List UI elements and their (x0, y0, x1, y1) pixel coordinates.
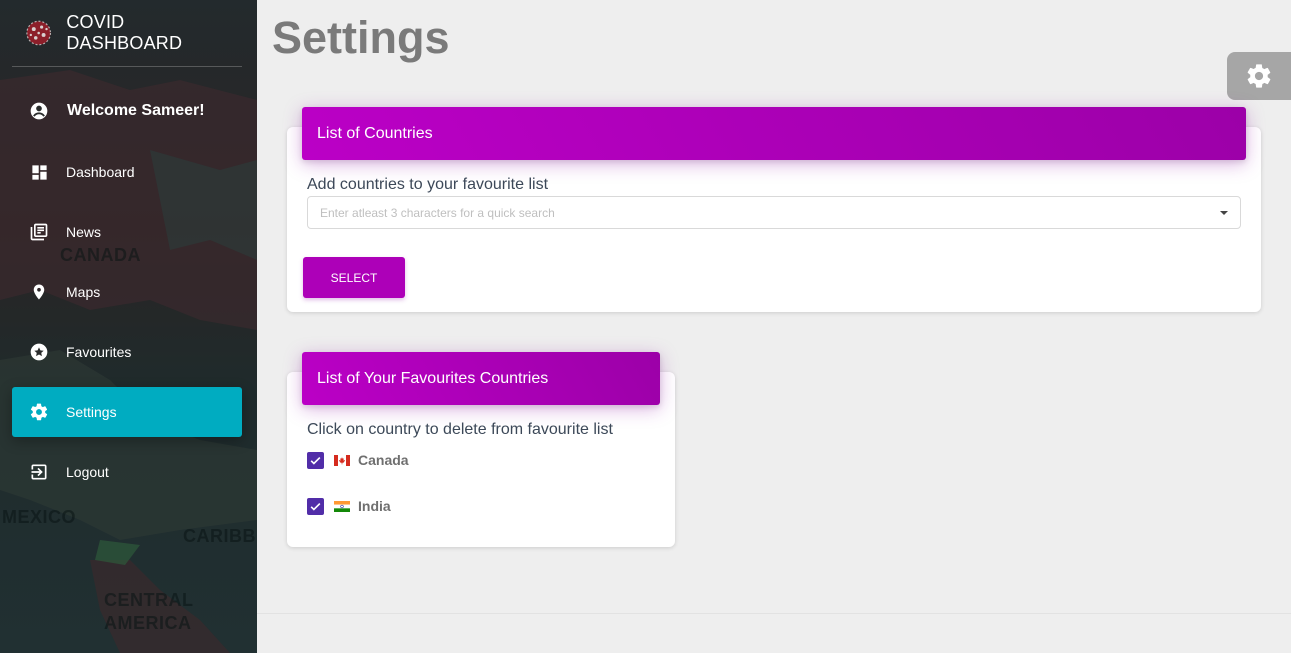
account-circle-icon (29, 101, 49, 121)
sidebar-item-label: Maps (66, 284, 101, 300)
gear-icon (29, 402, 49, 422)
welcome-text: Welcome Sameer! (67, 102, 205, 119)
select-button[interactable]: SELECT (303, 257, 405, 298)
chevron-down-icon[interactable] (1220, 211, 1228, 215)
country-search-input[interactable] (320, 205, 1200, 220)
map-label-america: AMERICA (104, 613, 192, 633)
favourite-country-row[interactable]: Canada (307, 450, 409, 470)
news-icon (29, 222, 49, 242)
sidebar-item-logout[interactable]: Logout (12, 447, 242, 497)
page-title: Settings (272, 12, 450, 63)
sidebar-item-label: Favourites (66, 344, 132, 360)
sidebar-item-label: Dashboard (66, 164, 135, 180)
covid-virus-logo (26, 20, 52, 46)
canada-flag-icon (334, 454, 350, 466)
logout-icon (29, 462, 49, 482)
location-pin-icon (29, 282, 49, 302)
gear-icon (1247, 64, 1271, 88)
check-icon (310, 502, 321, 511)
countries-card-header: List of Countries (302, 107, 1246, 160)
map-label-mexico: MEXICO (2, 507, 77, 527)
brand[interactable]: COVID DASHBOARD (12, 0, 242, 67)
star-icon (29, 342, 49, 362)
dashboard-icon (29, 162, 49, 182)
favourites-card-header: List of Your Favourites Countries (302, 352, 660, 405)
map-label-caribbean: CARIBBE (183, 526, 257, 546)
sidebar-item-favourites[interactable]: Favourites (12, 327, 242, 377)
settings-plugin-button[interactable] (1227, 52, 1291, 100)
sidebar-item-label: Logout (66, 464, 109, 480)
country-search-select[interactable] (307, 196, 1241, 229)
favourite-country-row[interactable]: India (307, 496, 391, 516)
sidebar-item-label: News (66, 224, 102, 240)
sidebar: CANADA MEXICO CARIBBE CENTRAL AMERICA CO… (0, 0, 257, 653)
brand-title: COVID DASHBOARD (66, 12, 183, 53)
check-icon (310, 456, 321, 465)
sidebar-item-label: Settings (66, 404, 117, 420)
checkbox-checked[interactable] (307, 451, 324, 469)
checkbox-checked[interactable] (307, 497, 324, 515)
sidebar-item-settings[interactable]: Settings (12, 387, 242, 437)
country-name: India (358, 498, 391, 514)
map-label-central: CENTRAL (104, 590, 194, 610)
sidebar-item-dashboard[interactable]: Dashboard (12, 147, 242, 197)
footer-divider (257, 613, 1291, 614)
favourites-instruction: Click on country to delete from favourit… (307, 421, 613, 438)
sidebar-item-news[interactable]: News (12, 207, 242, 257)
india-flag-icon (334, 500, 350, 512)
countries-instruction: Add countries to your favourite list (307, 176, 549, 193)
user-welcome[interactable]: Welcome Sameer! (12, 86, 242, 136)
sidebar-item-maps[interactable]: Maps (12, 267, 242, 317)
country-name: Canada (358, 452, 409, 468)
